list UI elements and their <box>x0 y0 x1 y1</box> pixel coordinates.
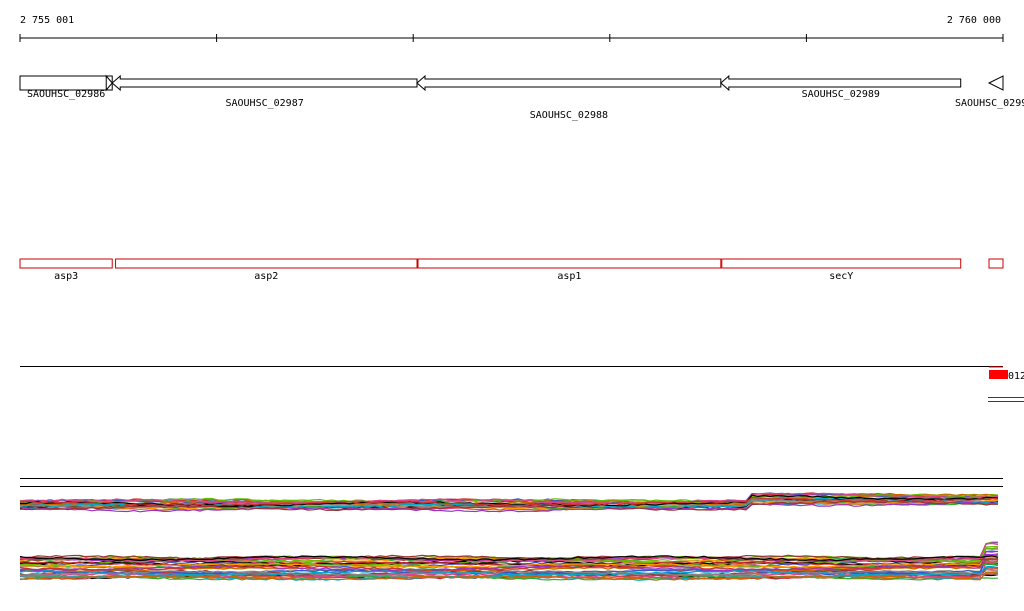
coordinate-ruler: 2 755 001 2 760 000 <box>19 15 1004 42</box>
gene-label: SAOUHSC_02986 <box>27 89 105 100</box>
gene-name-box[interactable] <box>721 258 962 269</box>
marker-label: 012 <box>1008 371 1024 382</box>
signal-track-2-lines <box>19 541 999 581</box>
ruler-end-label: 2 760 000 <box>947 15 1001 26</box>
gene-track: SAOUHSC_02986 SAOUHSC_02987 SAOUHSC_02988 S… <box>19 74 1024 121</box>
gene-name-box[interactable] <box>115 258 418 269</box>
gene-label: SAOUHSC_02989 <box>802 89 880 100</box>
gene-name-label: asp3 <box>54 271 78 282</box>
gene-label: SAOUHSC_02988 <box>530 110 608 121</box>
gene-name-label: asp2 <box>254 271 278 282</box>
gene-name-label: secY <box>829 271 853 282</box>
gene-name-box[interactable] <box>19 258 113 269</box>
marker-box[interactable] <box>989 370 1008 379</box>
gene-arrow[interactable] <box>720 74 962 92</box>
gene-arrow[interactable] <box>987 75 1004 91</box>
genome-browser-view: 2 755 001 2 760 000 SAOUHSC_02986SAOUHSC… <box>19 15 1024 581</box>
gene-name-track: asp3 asp2 asp1 secY <box>19 258 1004 282</box>
gene-name-box[interactable] <box>988 258 1004 269</box>
marker-track: 012 <box>20 366 1024 402</box>
gene-name-label: asp1 <box>557 271 581 282</box>
signal-track-1-lines <box>19 492 999 513</box>
gene-name-box[interactable] <box>417 258 722 269</box>
signal-track-2 <box>19 541 999 581</box>
gene-arrow[interactable] <box>416 74 722 92</box>
signal-track-1 <box>19 478 1003 513</box>
ruler-start-label: 2 755 001 <box>20 15 74 26</box>
gene-label: SAOUHSC_0299 <box>955 98 1024 109</box>
gene-label: SAOUHSC_02987 <box>225 98 303 109</box>
gene-arrow[interactable] <box>19 74 113 92</box>
gene-arrow[interactable] <box>111 74 418 92</box>
